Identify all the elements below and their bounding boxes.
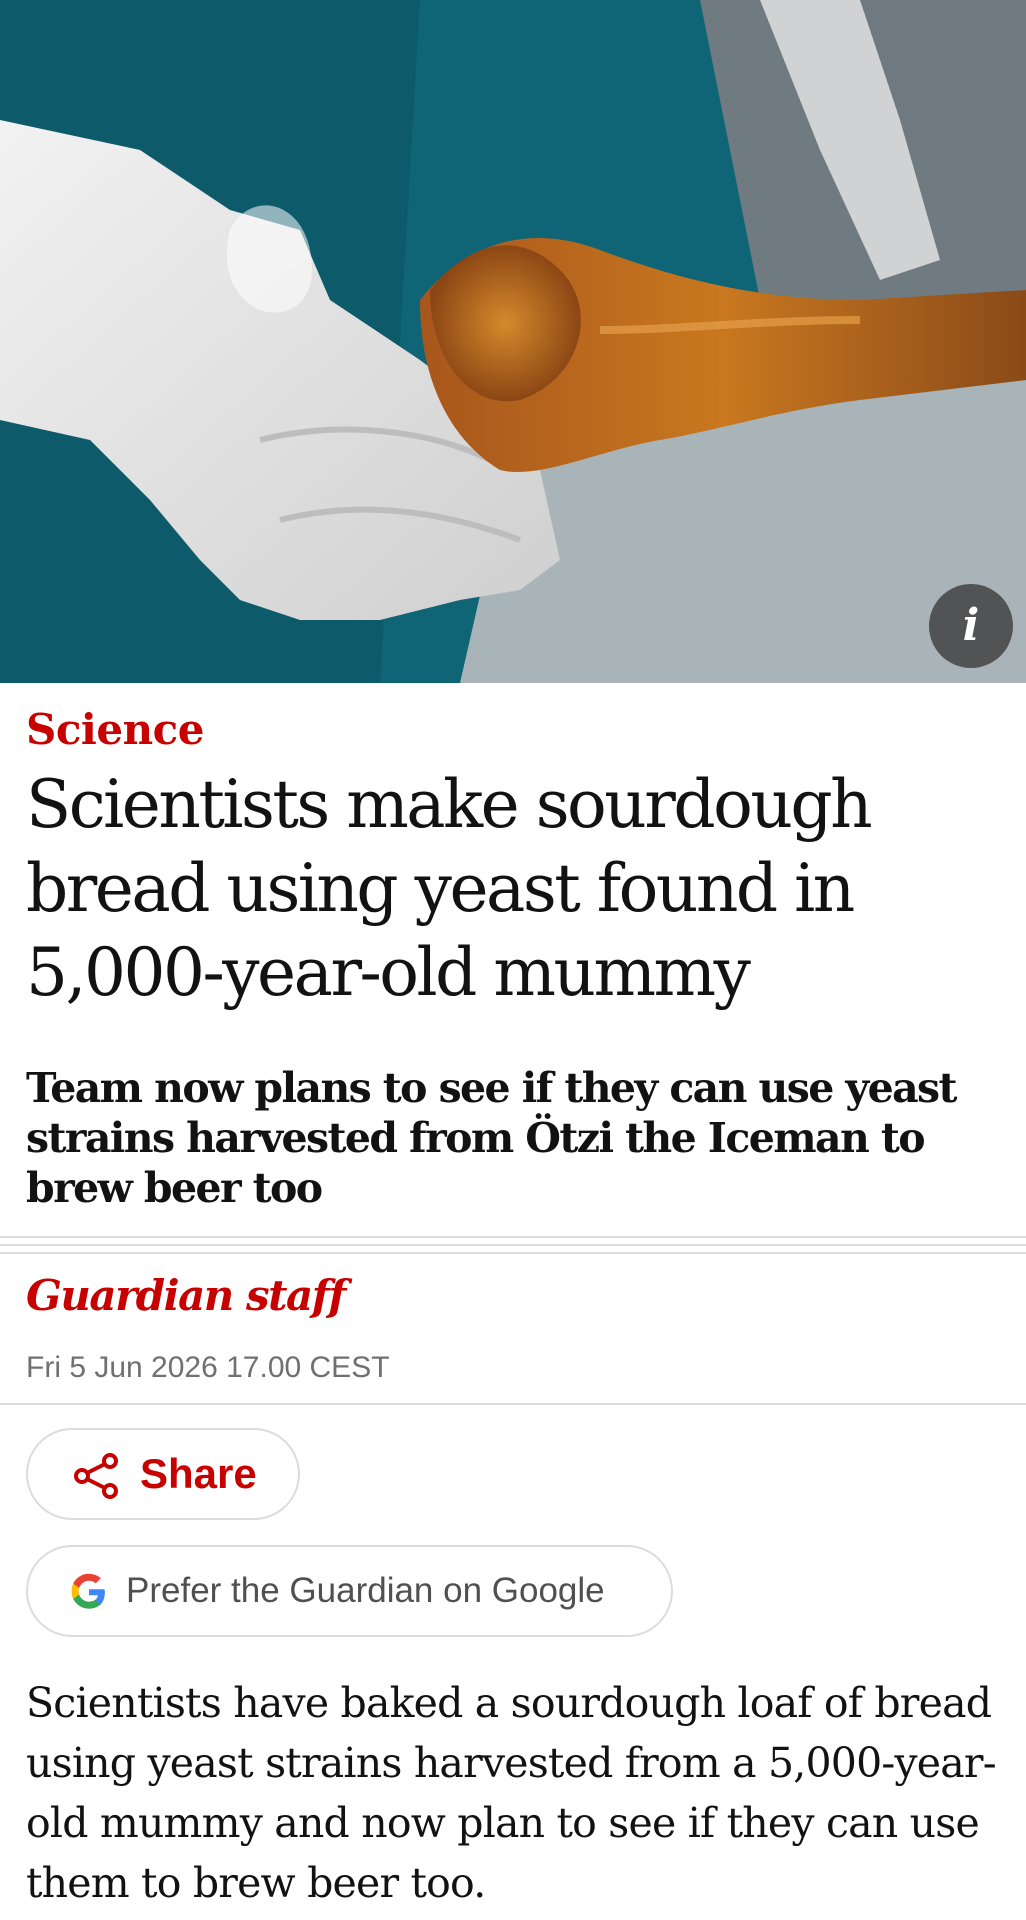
info-icon: i [962, 600, 980, 651]
share-label: Share [140, 1450, 257, 1497]
divider [0, 1403, 1026, 1405]
byline[interactable]: Guardian staff [26, 1271, 346, 1320]
hero-photo-illustration [0, 0, 1026, 683]
google-g-icon [71, 1573, 105, 1609]
divider [0, 1236, 1026, 1238]
page-title: Scientists make sourdough bread using ye… [26, 766, 873, 1011]
share-icon [74, 1453, 118, 1499]
article-body-paragraph: Scientists have baked a sourdough loaf o… [26, 1679, 997, 1907]
divider [0, 1252, 1026, 1254]
hero-image: i [0, 0, 1026, 683]
dateline: Fri 5 Jun 2026 17.00 CEST [26, 1351, 390, 1384]
standfirst: Team now plans to see if they can use ye… [26, 1064, 957, 1212]
image-info-button[interactable]: i [929, 584, 1013, 668]
prefer-guardian-on-google-button[interactable]: Prefer the Guardian on Google [26, 1545, 673, 1637]
section-kicker[interactable]: Science [26, 705, 204, 754]
divider [0, 1244, 1026, 1246]
share-button[interactable]: Share [26, 1428, 300, 1520]
google-label: Prefer the Guardian on Google [126, 1571, 605, 1610]
